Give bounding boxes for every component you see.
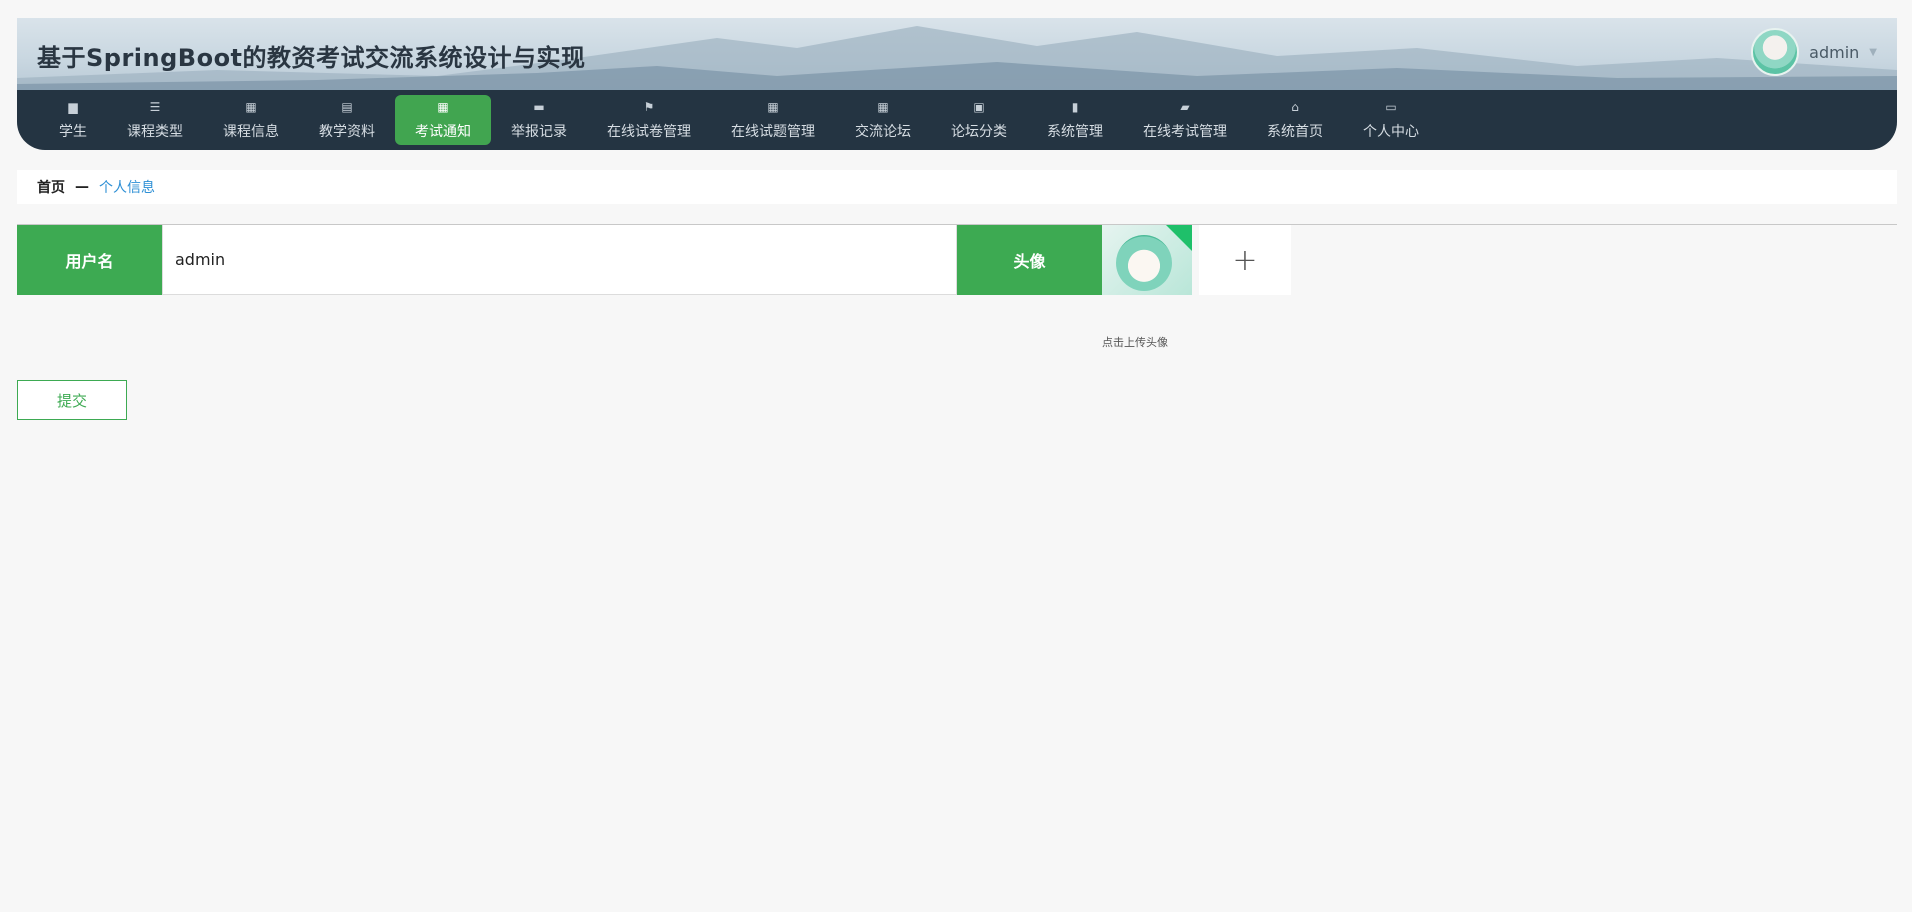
nav-item-teaching-materials[interactable]: ▤ 教学资料 [299,95,395,145]
nav-item-label: 在线考试管理 [1143,124,1227,140]
nav-item-label: 个人中心 [1363,124,1419,140]
nav-item-label: 课程信息 [223,124,279,140]
app-header: 基于SpringBoot的教资考试交流系统设计与实现 admin ▼ ▆ 学生 … [17,18,1897,150]
submit-button[interactable]: 提交 [17,380,127,420]
profile-form-row: 用户名 头像 + [17,225,1291,295]
home-icon: ⌂ [1291,100,1299,114]
flag-icon: ⚑ [643,100,655,114]
nav-item-label: 交流论坛 [855,124,911,140]
nav-item-label: 举报记录 [511,124,567,140]
nav-item-personal-center[interactable]: ▭ 个人中心 [1343,95,1439,145]
avatar[interactable] [1751,28,1800,76]
nav-item-label: 教学资料 [319,124,375,140]
chart-icon: ▣ [973,100,985,114]
breadcrumb-home[interactable]: 首页 [37,177,65,197]
bar-chart-icon: ▮ [1071,100,1079,114]
nav-item-label: 考试通知 [415,124,471,140]
nav-item-exam-notices[interactable]: ▦ 考试通知 [395,95,491,145]
user-card-icon: ▆ [68,100,78,114]
ticket-icon: ▰ [1180,100,1190,114]
nav-item-students[interactable]: ▆ 学生 [39,95,107,145]
nav-item-system-management[interactable]: ▮ 系统管理 [1027,95,1123,145]
nav-item-online-exam-management[interactable]: ▰ 在线考试管理 [1123,95,1247,145]
grid-icon: ▦ [437,100,449,114]
user-menu[interactable]: admin ▼ [1751,28,1877,76]
nav-item-label: 课程类型 [127,124,183,140]
nav-item-label: 论坛分类 [951,124,1007,140]
breadcrumb: 首页 — 个人信息 [17,170,1897,204]
nav-item-online-paper-management[interactable]: ⚑ 在线试卷管理 [587,95,711,145]
username-input[interactable] [162,225,957,295]
avatar-label: 头像 [957,225,1102,295]
chevron-down-icon[interactable]: ▼ [1869,47,1877,58]
nav-item-online-question-management[interactable]: ▦ 在线试题管理 [711,95,835,145]
wallet-icon: ▭ [1385,100,1397,114]
upload-hint: 点击上传头像 [1102,336,1168,349]
main-nav: ▆ 学生 ☰ 课程类型 ▦ 课程信息 ▤ 教学资料 ▦ 考试通知 ▬ 举报记录 … [17,90,1897,150]
nav-item-label: 系统管理 [1047,124,1103,140]
nav-item-label: 在线试卷管理 [607,124,691,140]
username-label: 用户名 [17,225,162,295]
clipboard-icon: ▤ [341,100,353,114]
nav-item-course-info[interactable]: ▦ 课程信息 [203,95,299,145]
grid-icon: ▦ [767,100,779,114]
nav-item-forum[interactable]: ▦ 交流论坛 [835,95,931,145]
sliders-icon: ☰ [149,100,161,114]
nav-item-label: 系统首页 [1267,124,1323,140]
breadcrumb-separator: — [75,179,89,195]
avatar-image [1116,235,1172,291]
plus-icon: + [1232,242,1258,278]
nav-item-system-home[interactable]: ⌂ 系统首页 [1247,95,1343,145]
grid-icon: ▦ [877,100,889,114]
nav-item-report-records[interactable]: ▬ 举报记录 [491,95,587,145]
avatar-preview[interactable] [1102,225,1192,295]
app-title: 基于SpringBoot的教资考试交流系统设计与实现 [37,44,586,72]
mailbox-icon: ▬ [533,100,545,114]
nav-item-course-types[interactable]: ☰ 课程类型 [107,95,203,145]
upload-avatar-button[interactable]: + [1199,225,1291,295]
nav-item-label: 在线试题管理 [731,124,815,140]
breadcrumb-current[interactable]: 个人信息 [99,177,155,197]
nav-item-label: 学生 [59,124,87,140]
nav-item-forum-categories[interactable]: ▣ 论坛分类 [931,95,1027,145]
grid-icon: ▦ [245,100,257,114]
success-corner-badge [1166,225,1192,251]
user-name[interactable]: admin [1809,43,1859,62]
